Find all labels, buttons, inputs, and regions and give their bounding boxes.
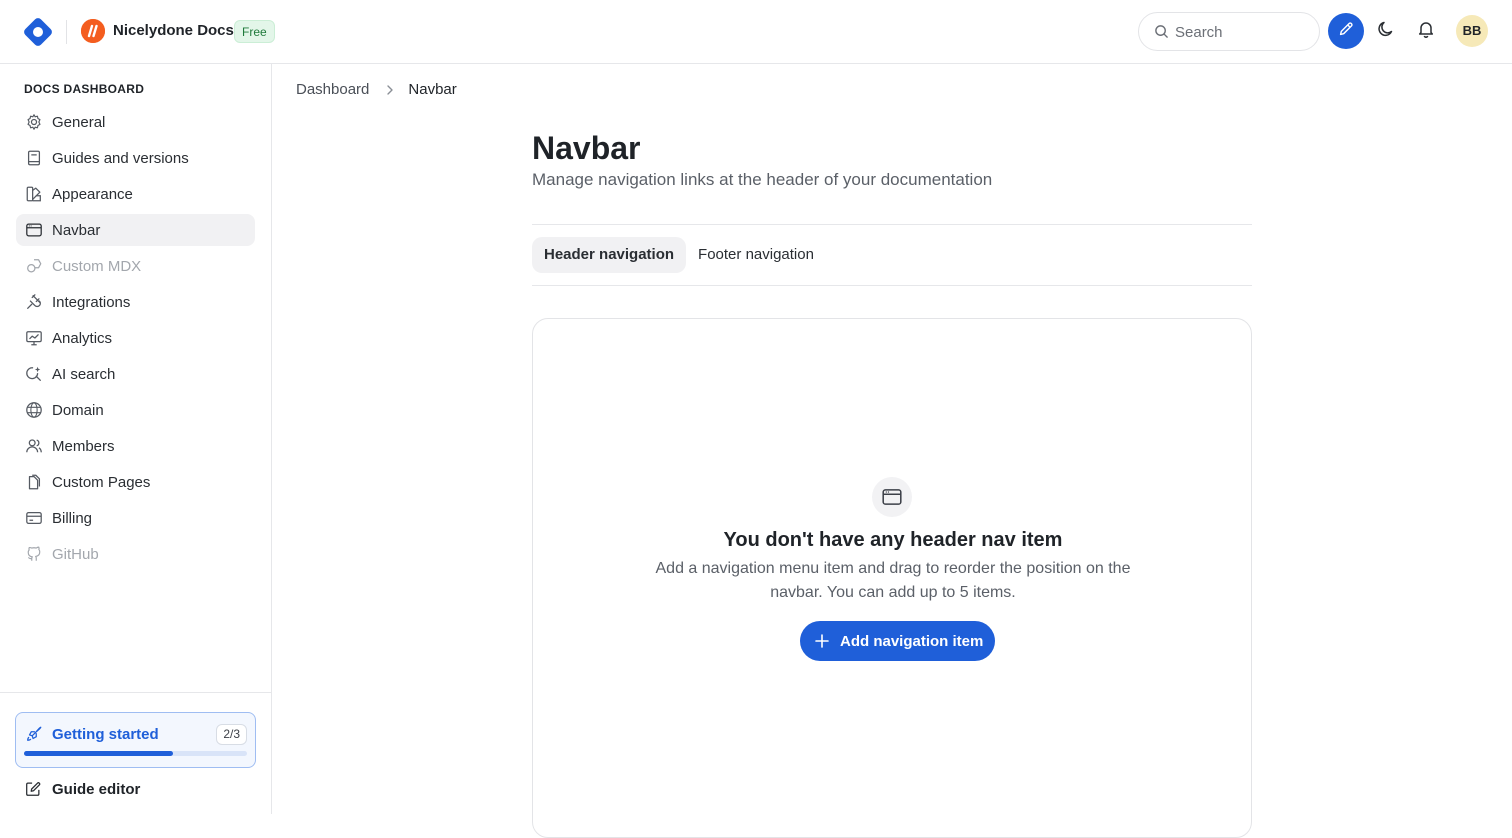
sidebar-item-billing[interactable]: Billing [16,502,255,534]
search-input[interactable] [1175,21,1305,43]
users-icon [24,436,44,456]
divider [532,285,1252,286]
sidebar-divider [0,692,271,693]
sidebar-item-label: Members [52,437,115,455]
getting-started-label: Getting started [52,726,159,743]
project-name[interactable]: Nicelydone Docs [113,22,234,39]
browser-window-icon [872,477,912,517]
sidebar-item-appearance[interactable]: Appearance [16,178,255,210]
breadcrumb-dashboard[interactable]: Dashboard [296,81,369,98]
notifications-button[interactable] [1414,19,1438,43]
sidebar-item-integrations[interactable]: Integrations [16,286,255,318]
user-avatar[interactable]: BB [1456,15,1488,47]
tab-footer-navigation[interactable]: Footer navigation [686,237,826,273]
sidebar-item-label: GitHub [52,545,99,563]
guide-editor-link[interactable]: Guide editor [16,773,255,805]
project-logo-icon[interactable] [81,19,105,43]
sidebar-nav: General Guides and versions Appearance N… [16,106,255,574]
sidebar-item-label: Billing [52,509,93,527]
sidebar-item-label: Custom Pages [52,473,151,491]
empty-state-description: Add a navigation menu item and drag to r… [655,560,1131,601]
search-icon [1154,24,1169,44]
sidebar-item-github[interactable]: GitHub [16,538,255,570]
sidebar-item-label: Domain [52,401,104,419]
breadcrumb: Dashboard Navbar [296,81,457,98]
navigation-tabs: Header navigation Footer navigation [532,237,826,273]
edit-square-icon [24,779,44,799]
plus-icon [814,633,830,649]
ai-search-icon [24,364,44,384]
palette-icon [24,184,44,204]
sidebar-item-label: Analytics [52,329,113,347]
browser-window-icon [24,220,44,240]
getting-started-progress-track [24,751,247,756]
breadcrumb-current: Navbar [408,81,457,98]
divider [532,224,1252,225]
shapes-icon [24,256,44,276]
chart-monitor-icon [24,328,44,348]
sidebar-item-members[interactable]: Members [16,430,255,462]
empty-state-card: You don't have any header nav item Add a… [532,318,1252,838]
tab-header-navigation[interactable]: Header navigation [532,237,687,273]
getting-started-card[interactable]: Getting started 2/3 [15,712,256,768]
guide-editor-label: Guide editor [52,780,141,798]
book-icon [24,148,44,168]
sidebar-item-label: Custom MDX [52,257,142,275]
header-divider [66,20,67,44]
github-icon [24,544,44,564]
page-subtitle: Manage navigation links at the header of… [532,170,993,189]
sidebar-heading: DOCS DASHBOARD [24,82,145,96]
getting-started-progress-fill [24,751,173,756]
add-navigation-item-label: Add navigation item [840,632,984,650]
sidebar-item-custom-pages[interactable]: Custom Pages [16,466,255,498]
pages-icon [24,472,44,492]
sidebar-item-navbar[interactable]: Navbar [16,214,255,246]
getting-started-count: 2/3 [216,724,247,745]
edit-button[interactable] [1328,13,1364,49]
sidebar: DOCS DASHBOARD General Guides and versio… [0,64,272,814]
search-box[interactable] [1138,12,1320,51]
sidebar-item-label: AI search [52,365,116,383]
page-title: Navbar [532,130,641,166]
credit-card-icon [24,508,44,528]
moon-icon [1376,19,1396,44]
diamond-logo-icon[interactable] [22,16,54,48]
sidebar-item-ai-search[interactable]: AI search [16,358,255,390]
chevron-right-icon [386,84,394,96]
pencil-icon [1337,20,1355,43]
dark-mode-toggle[interactable] [1374,19,1398,43]
sidebar-item-label: General [52,113,106,131]
sidebar-item-guides-and-versions[interactable]: Guides and versions [16,142,255,174]
sidebar-item-label: Appearance [52,185,133,203]
sidebar-item-label: Guides and versions [52,149,189,167]
top-bar: Nicelydone Docs Free BB [0,0,1512,64]
globe-icon [24,400,44,420]
sidebar-item-custom-mdx[interactable]: Custom MDX [16,250,255,282]
empty-state-title: You don't have any header nav item [723,529,1063,551]
rocket-icon [25,725,43,748]
sidebar-item-label: Integrations [52,293,131,311]
sidebar-item-domain[interactable]: Domain [16,394,255,426]
add-navigation-item-button[interactable]: Add navigation item [800,621,996,661]
sidebar-item-label: Navbar [52,221,101,239]
gear-icon [24,112,44,132]
sidebar-item-analytics[interactable]: Analytics [16,322,255,354]
plug-icon [24,292,44,312]
sidebar-item-general[interactable]: General [16,106,255,138]
plan-badge: Free [234,20,275,43]
bell-icon [1416,19,1436,44]
